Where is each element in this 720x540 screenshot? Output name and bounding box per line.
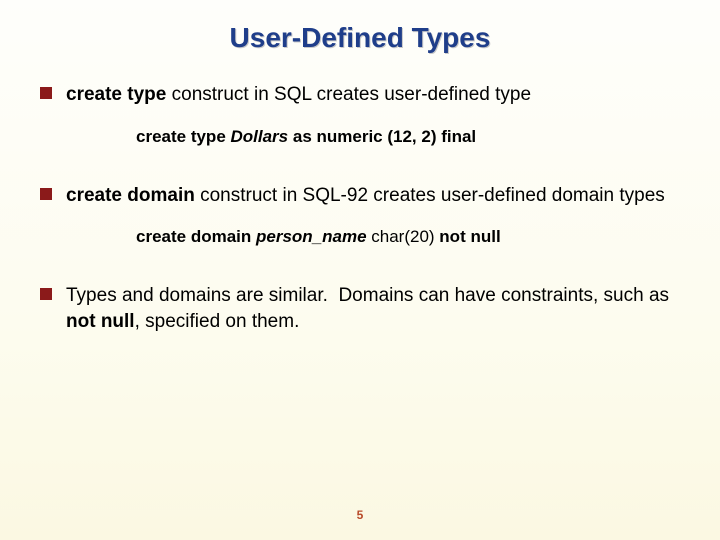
code-example: create type Dollars as numeric (12, 2) f…: [136, 126, 680, 149]
slide-body: create type construct in SQL creates use…: [0, 54, 720, 334]
bullet-item: Types and domains are similar. Domains c…: [40, 283, 680, 334]
bullet-text: create domain construct in SQL-92 create…: [66, 183, 680, 209]
bullet-text: create type construct in SQL creates use…: [66, 82, 680, 108]
code-example: create domain person_name char(20) not n…: [136, 226, 680, 249]
page-number: 5: [0, 508, 720, 522]
bullet-square-icon: [40, 288, 52, 300]
bullet-square-icon: [40, 87, 52, 99]
bullet-item: create domain construct in SQL-92 create…: [40, 183, 680, 209]
slide-title: User-Defined Types: [0, 0, 720, 54]
bullet-square-icon: [40, 188, 52, 200]
bullet-text: Types and domains are similar. Domains c…: [66, 283, 680, 334]
bullet-item: create type construct in SQL creates use…: [40, 82, 680, 108]
